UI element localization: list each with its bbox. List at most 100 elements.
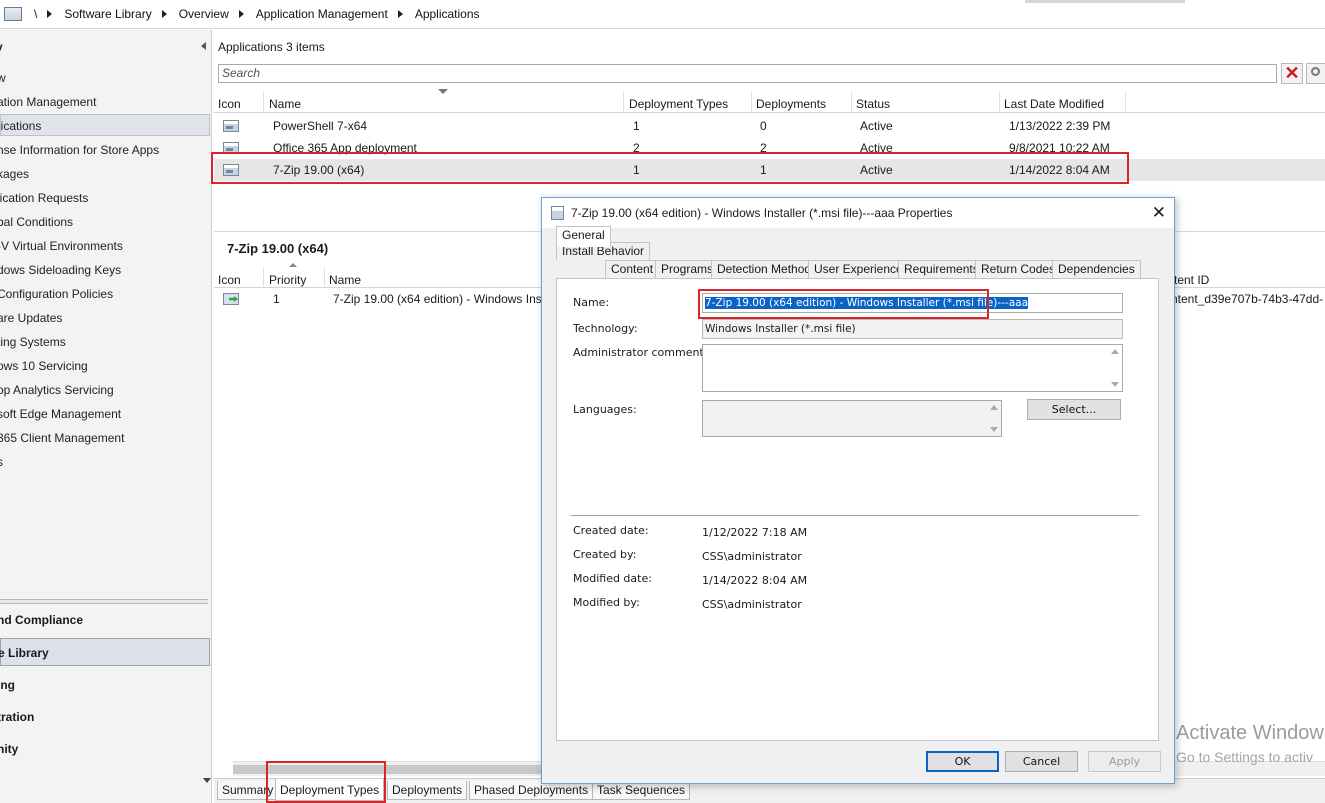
nav-item-packages[interactable]: kages <box>0 163 210 185</box>
application-icon <box>223 120 239 132</box>
select-languages-button[interactable]: Select... <box>1027 399 1121 420</box>
cancel-button[interactable]: Cancel <box>1005 751 1078 772</box>
tab-user-experience[interactable]: User Experience <box>808 260 909 278</box>
scroll-down-icon[interactable] <box>1111 382 1119 387</box>
tab-deployments[interactable]: Deployments <box>387 781 468 800</box>
scroll-up-icon[interactable] <box>1111 349 1119 354</box>
row-deployment-types: 1 <box>633 119 640 133</box>
technology-label: Technology: <box>573 322 638 335</box>
nav-item-software-updates[interactable]: are Updates <box>0 307 210 329</box>
nav-item-global-conditions[interactable]: bal Conditions <box>0 211 210 233</box>
created-date-label: Created date: <box>573 524 649 537</box>
tab-dependencies[interactable]: Dependencies <box>1052 260 1141 278</box>
application-icon <box>223 142 239 154</box>
nav-item-app-v-environments[interactable]: -V Virtual Environments <box>0 235 210 257</box>
application-icon <box>223 164 239 176</box>
row-deployments: 2 <box>760 141 767 155</box>
clear-search-icon[interactable]: ✕ <box>1281 63 1303 84</box>
separator <box>571 515 1139 516</box>
close-icon[interactable]: ✕ <box>1152 198 1166 228</box>
vertical-scrollbar[interactable] <box>989 403 999 434</box>
tab-deployment-types[interactable]: Deployment Types <box>275 779 385 801</box>
collapse-pane-icon[interactable] <box>201 42 206 50</box>
tab-requirements[interactable]: Requirements <box>898 260 985 278</box>
breadcrumb-item[interactable]: Application Management <box>256 7 388 21</box>
comments-field[interactable] <box>702 344 1123 392</box>
nav-item-configuration-policies[interactable]: Configuration Policies <box>0 283 210 305</box>
nav-item-application-management[interactable]: ation Management <box>0 91 210 113</box>
column-header-content-id[interactable]: tent ID <box>1170 268 1325 288</box>
column-header-icon[interactable]: Icon <box>214 268 264 288</box>
row-deployments: 1 <box>760 163 767 177</box>
tab-summary[interactable]: Summary <box>217 781 279 800</box>
tab-general[interactable]: General <box>556 226 611 247</box>
scroll-up-icon[interactable] <box>990 405 998 410</box>
breadcrumb-item[interactable]: Overview <box>179 7 229 21</box>
breadcrumb-item[interactable]: Applications <box>415 7 480 21</box>
row-modified: 1/13/2022 2:39 PM <box>1009 119 1111 133</box>
console-home-icon[interactable] <box>4 7 22 21</box>
technology-field[interactable]: Windows Installer (*.msi file) <box>702 319 1123 339</box>
modified-date-value: 1/14/2022 8:04 AM <box>702 574 808 587</box>
tab-content[interactable]: Content <box>605 260 660 278</box>
table-row[interactable]: Office 365 App deployment 2 2 Active 9/8… <box>214 137 1325 159</box>
nav-item-desktop-analytics[interactable]: op Analytics Servicing <box>0 379 210 401</box>
column-header-icon[interactable]: Icon <box>214 91 264 113</box>
tab-return-codes[interactable]: Return Codes <box>975 260 1062 278</box>
comments-label: Administrator comments: <box>573 346 714 359</box>
list-title: Applications 3 items <box>218 40 325 54</box>
column-header-name[interactable]: Name <box>325 268 545 288</box>
ok-button[interactable]: OK <box>926 751 999 772</box>
nav-item-windows-10-servicing[interactable]: ows 10 Servicing <box>0 355 210 377</box>
chevron-right-icon <box>238 10 244 18</box>
breadcrumb: \ Software Library Overview Application … <box>0 0 1325 29</box>
chevron-down-icon[interactable] <box>203 778 211 783</box>
nav-splitter[interactable] <box>0 599 208 604</box>
table-row[interactable]: PowerShell 7-x64 1 0 Active 1/13/2022 2:… <box>214 115 1325 137</box>
workspace-community[interactable]: nity <box>0 735 210 763</box>
chevron-right-icon <box>161 10 167 18</box>
activation-watermark-subtitle: Go to Settings to activ <box>1176 749 1313 765</box>
search-icon[interactable] <box>1306 63 1325 84</box>
scrollbar-thumb[interactable] <box>233 765 553 774</box>
column-header-deployment-types[interactable]: Deployment Types <box>625 91 752 113</box>
nav-item-operating-systems[interactable]: ting Systems <box>0 331 210 353</box>
nav-item-license-information[interactable]: nse Information for Store Apps <box>0 139 210 161</box>
modified-date-label: Modified date: <box>573 572 652 585</box>
tab-programs[interactable]: Programs <box>655 260 720 278</box>
column-header-status[interactable]: Status <box>852 91 1000 113</box>
nav-item-scripts[interactable]: s <box>0 451 210 473</box>
sort-ascending-icon <box>289 263 297 267</box>
row-deployments: 0 <box>760 119 767 133</box>
workspace-software-library[interactable]: e Library <box>0 638 210 666</box>
details-pane-title: 7-Zip 19.00 (x64) <box>227 241 329 256</box>
row-status: Active <box>860 163 893 177</box>
dt-name: 7-Zip 19.00 (x64 edition) - Windows Ins <box>333 292 542 306</box>
column-header-name[interactable]: Name <box>265 91 624 113</box>
workspace-administration[interactable]: tration <box>0 703 210 731</box>
workspace-assets-compliance[interactable]: nd Compliance <box>0 606 210 634</box>
column-header-deployments[interactable]: Deployments <box>752 91 852 113</box>
breadcrumb-root[interactable]: \ <box>34 7 37 21</box>
breadcrumb-item[interactable]: Software Library <box>64 7 151 21</box>
nav-item-sideloading-keys[interactable]: dows Sideloading Keys <box>0 259 210 281</box>
table-row-selected[interactable]: 7-Zip 19.00 (x64) 1 1 Active 1/14/2022 8… <box>214 159 1325 181</box>
nav-item-365-client-management[interactable]: 365 Client Management <box>0 427 210 449</box>
row-modified: 9/8/2021 10:22 AM <box>1009 141 1110 155</box>
column-header-last-modified[interactable]: Last Date Modified <box>1000 91 1126 113</box>
name-field[interactable]: 7-Zip 19.00 (x64 edition) - Windows Inst… <box>702 293 1123 313</box>
deployment-type-icon <box>223 293 239 305</box>
scroll-down-icon[interactable] <box>990 427 998 432</box>
nav-item-edge-management[interactable]: soft Edge Management <box>0 403 210 425</box>
nav-item-application-requests[interactable]: lication Requests <box>0 187 210 209</box>
nav-item-overview[interactable]: w <box>0 67 210 89</box>
column-header-priority[interactable]: Priority <box>265 268 325 288</box>
workspace-monitoring[interactable]: ing <box>0 671 210 699</box>
apply-button[interactable]: Apply <box>1088 751 1161 772</box>
nav-item-applications[interactable]: lications <box>0 114 210 136</box>
dialog-titlebar[interactable]: 7-Zip 19.00 (x64 edition) - Windows Inst… <box>542 198 1174 228</box>
vertical-scrollbar[interactable] <box>1110 347 1120 389</box>
languages-list[interactable] <box>702 400 1002 437</box>
search-input[interactable]: Search <box>218 64 1277 83</box>
tab-detection-method[interactable]: Detection Method <box>711 260 818 278</box>
